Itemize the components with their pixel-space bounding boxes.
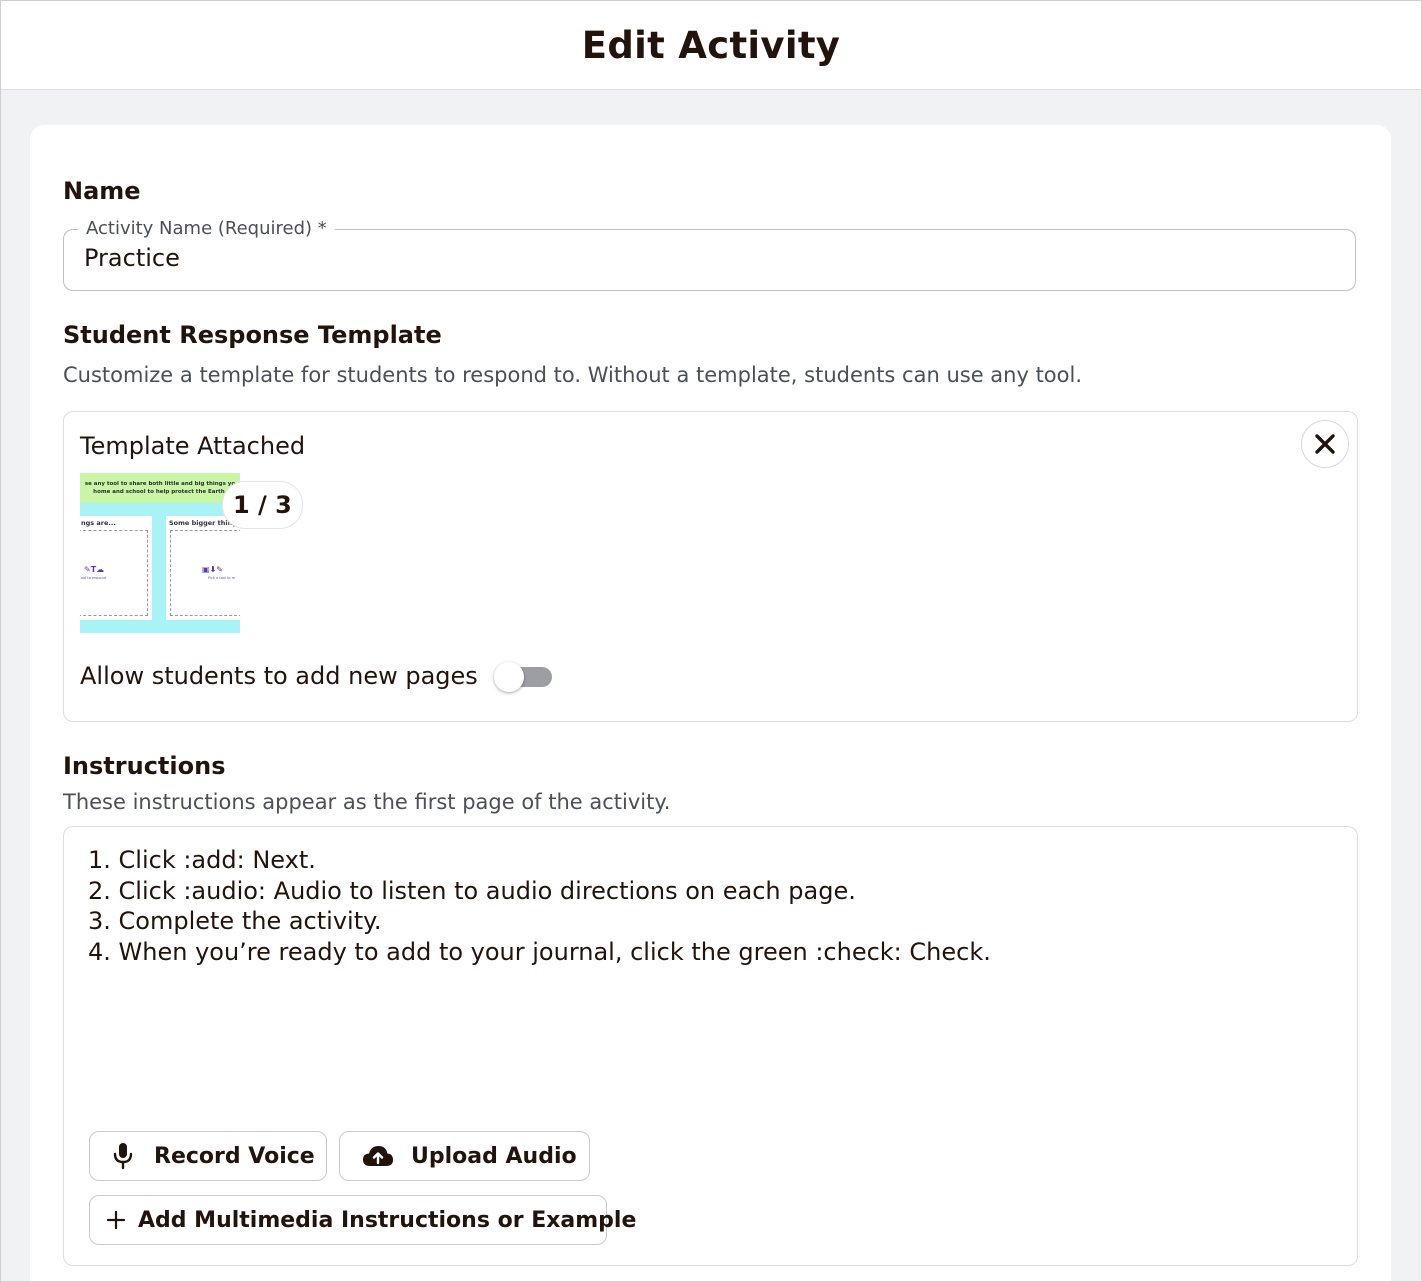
thumbnail-tool-icons: ▣⬇✎ (202, 565, 223, 574)
template-section-description: Customize a template for students to res… (63, 363, 1083, 387)
microphone-icon (113, 1143, 133, 1170)
name-section-title: Name (63, 177, 141, 205)
template-thumbnail[interactable]: se any tool to share both little and big… (80, 473, 240, 633)
instruction-line: 1. Click :add: Next. (88, 846, 316, 874)
app-window: Edit Activity Name Activity Name (Requir… (0, 0, 1422, 1282)
thumbnail-tool-icons: ✎T☁ (84, 565, 105, 574)
cloud-upload-icon (363, 1146, 393, 1166)
thumbnail-right-panel: Some bigger thing ▣⬇✎ Pick a tool to re (166, 516, 240, 620)
template-section-title: Student Response Template (63, 321, 442, 349)
template-attached-label: Template Attached (80, 432, 306, 460)
activity-name-label: Activity Name (Required) * (78, 218, 335, 239)
page-header: Edit Activity (1, 1, 1421, 90)
allow-new-pages-label: Allow students to add new pages (80, 662, 478, 690)
close-icon (1315, 434, 1335, 454)
page-title: Edit Activity (581, 23, 841, 67)
instruction-line: 4. When you’re ready to add to your jour… (88, 937, 991, 966)
toggle-knob (493, 662, 524, 692)
plus-icon (106, 1210, 126, 1230)
activity-name-input[interactable] (84, 244, 1324, 272)
thumbnail-banner-line: se any tool to share both little and big… (84, 481, 236, 487)
thumbnail-left-panel: ngs are... ✎T☁ ool to respond (80, 516, 152, 620)
thumbnail-panel-title: ngs are... (81, 519, 116, 527)
remove-template-button[interactable] (1301, 420, 1349, 468)
thumbnail-hint: ool to respond (81, 576, 107, 580)
instructions-section-description: These instructions appear as the first p… (63, 790, 671, 814)
instructions-text[interactable]: 1. Click :add: Next. 2. Click :audio: Au… (88, 845, 991, 967)
record-voice-label: Record Voice (154, 1143, 315, 1169)
upload-audio-button[interactable]: Upload Audio (339, 1131, 590, 1181)
thumbnail-hint: Pick a tool to re (208, 576, 236, 580)
instructions-section-title: Instructions (63, 752, 226, 780)
instructions-editor[interactable]: 1. Click :add: Next. 2. Click :audio: Au… (63, 826, 1358, 1266)
instruction-line: 2. Click :audio: Audio to listen to audi… (88, 876, 856, 905)
allow-new-pages-toggle[interactable] (493, 662, 552, 692)
thumbnail-banner: se any tool to share both little and big… (80, 473, 240, 503)
template-page-counter: 1 / 3 (222, 481, 303, 529)
activity-name-field[interactable]: Activity Name (Required) * (63, 218, 1356, 291)
allow-new-pages-row: Allow students to add new pages (80, 662, 552, 692)
upload-audio-label: Upload Audio (411, 1143, 577, 1169)
thumbnail-banner-line: home and school to help protect the Eart… (93, 489, 227, 495)
add-multimedia-label: Add Multimedia Instructions or Example (138, 1207, 637, 1233)
edit-activity-card: Name Activity Name (Required) * Student … (30, 125, 1391, 1281)
add-multimedia-button[interactable]: Add Multimedia Instructions or Example (89, 1195, 636, 1245)
record-voice-button[interactable]: Record Voice (89, 1131, 327, 1181)
template-attached-box: Template Attached se any tool to share b… (63, 411, 1358, 722)
instruction-line: 3. Complete the activity. (88, 907, 382, 935)
